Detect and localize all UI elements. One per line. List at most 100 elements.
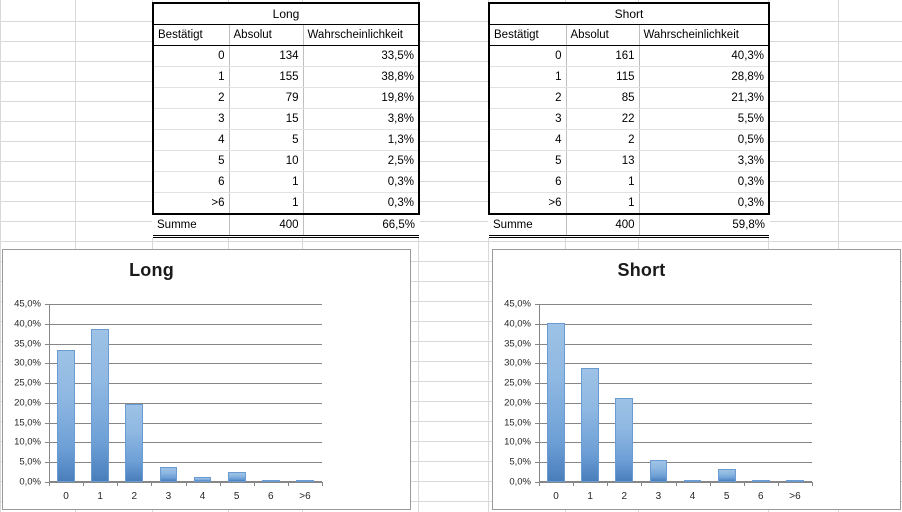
table-cell[interactable]: 5 [488, 150, 567, 172]
table-cell[interactable]: 155 [229, 66, 304, 88]
y-tick-label: 35,0% [14, 338, 41, 350]
bar[interactable] [227, 472, 246, 482]
table-cell[interactable]: 19,8% [303, 87, 420, 109]
table-cell[interactable]: 3,8% [303, 108, 420, 130]
summary-label[interactable]: Summe [153, 214, 230, 238]
table-cell[interactable]: 5 [152, 150, 230, 172]
bar[interactable] [159, 466, 178, 482]
table-row[interactable]: >6 1 0,3% [152, 192, 420, 215]
summary-value[interactable]: 400 [566, 214, 640, 238]
table-cell[interactable]: 33,5% [303, 45, 420, 67]
table-summary-row[interactable]: Summe 400 59,8% [489, 214, 770, 238]
table-cell[interactable]: 21,3% [639, 87, 771, 109]
table-cell[interactable]: 22 [566, 108, 640, 130]
table-cell[interactable]: 2 [566, 129, 640, 151]
table-cell[interactable]: 1 [229, 171, 304, 193]
bar[interactable] [261, 480, 280, 482]
y-tick-label: 20,0% [504, 397, 531, 409]
table-cell[interactable]: 28,8% [639, 66, 771, 88]
chart-title: Long [129, 260, 174, 280]
table-cell[interactable]: 161 [566, 45, 640, 67]
table-cell[interactable]: 1 [229, 192, 304, 215]
table-row[interactable]: 3 22 5,5% [488, 108, 771, 130]
table-row[interactable]: 0 134 33,5% [152, 45, 420, 67]
table-cell[interactable]: 5,5% [639, 108, 771, 130]
table-row[interactable]: 6 1 0,3% [152, 171, 420, 193]
table-cell[interactable]: 38,8% [303, 66, 420, 88]
table-long[interactable]: Long Bestätigt Absolut Wahrscheinlichkei… [152, 2, 420, 238]
table-row[interactable]: 2 85 21,3% [488, 87, 771, 109]
x-tick-label: 1 [587, 491, 593, 502]
table-cell[interactable]: 10 [229, 150, 304, 172]
table-cell[interactable]: 13 [566, 150, 640, 172]
x-tick-mark [539, 482, 540, 486]
table-cell[interactable]: 1 [566, 171, 640, 193]
table-row[interactable]: 4 5 1,3% [152, 129, 420, 151]
table-cell[interactable]: >6 [488, 192, 567, 215]
table-cell[interactable]: 2 [152, 87, 230, 109]
table-cell[interactable]: 1 [566, 192, 640, 215]
bar[interactable] [125, 403, 144, 482]
table-cell[interactable]: 0 [488, 45, 567, 67]
bar[interactable] [786, 480, 804, 482]
bar[interactable] [683, 480, 702, 482]
table-cell[interactable]: 3,3% [639, 150, 771, 172]
table-row[interactable]: 6 1 0,3% [488, 171, 771, 193]
table-row[interactable]: 4 2 0,5% [488, 129, 771, 151]
table-cell[interactable]: 1,3% [303, 129, 420, 151]
chart-short[interactable]: Short 45,0% 40,0% 35,0% 30,0% 25,0% 20,0% 15,0… [492, 249, 901, 510]
bar[interactable] [57, 349, 75, 482]
bar[interactable] [193, 476, 212, 482]
y-tick-mark [535, 304, 539, 305]
table-cell[interactable]: 0,3% [303, 171, 420, 193]
table-cell[interactable]: 0,3% [639, 171, 771, 193]
summary-value[interactable]: 400 [229, 214, 304, 238]
table-cell[interactable]: 4 [152, 129, 230, 151]
table-cell[interactable]: 2,5% [303, 150, 420, 172]
table-cell[interactable]: 2 [488, 87, 567, 109]
summary-value[interactable]: 59,8% [639, 214, 770, 238]
table-cell[interactable]: 6 [488, 171, 567, 193]
table-cell[interactable]: 1 [488, 66, 567, 88]
bar[interactable] [615, 397, 634, 482]
table-cell[interactable]: 134 [229, 45, 304, 67]
table-cell[interactable]: 79 [229, 87, 304, 109]
table-cell[interactable]: 3 [488, 108, 567, 130]
bar[interactable] [91, 328, 110, 482]
table-row[interactable]: 5 13 3,3% [488, 150, 771, 172]
summary-label[interactable]: Summe [489, 214, 567, 238]
table-cell[interactable]: 0,5% [639, 129, 771, 151]
x-tick-label: 0 [553, 491, 559, 502]
table-cell[interactable]: 0,3% [303, 192, 420, 215]
x-tick-mark [49, 482, 50, 486]
table-cell[interactable]: >6 [152, 192, 230, 215]
table-cell[interactable]: 1 [152, 66, 230, 88]
table-row[interactable]: 0 161 40,3% [488, 45, 771, 67]
table-cell[interactable]: 5 [229, 129, 304, 151]
table-cell[interactable]: 6 [152, 171, 230, 193]
bar[interactable] [717, 468, 736, 482]
table-row[interactable]: >6 1 0,3% [488, 192, 771, 215]
table-cell[interactable]: 3 [152, 108, 230, 130]
table-cell[interactable]: 115 [566, 66, 640, 88]
table-summary-row[interactable]: Summe 400 66,5% [153, 214, 419, 238]
table-row[interactable]: 1 155 38,8% [152, 66, 420, 88]
bar[interactable] [751, 480, 770, 482]
table-row[interactable]: 2 79 19,8% [152, 87, 420, 109]
summary-value[interactable]: 66,5% [303, 214, 419, 238]
bar[interactable] [296, 480, 314, 482]
table-cell[interactable]: 15 [229, 108, 304, 130]
bar[interactable] [649, 460, 668, 482]
table-cell[interactable]: 0,3% [639, 192, 771, 215]
table-row[interactable]: 5 10 2,5% [152, 150, 420, 172]
table-short[interactable]: Short Bestätigt Absolut Wahrscheinlichke… [487, 2, 771, 238]
bar[interactable] [581, 368, 600, 482]
table-cell[interactable]: 40,3% [639, 45, 771, 67]
table-row[interactable]: 1 115 28,8% [488, 66, 771, 88]
chart-long[interactable]: Long 45,0% 40,0% 35,0% 30,0% 25,0% 20,0% 15,0%… [2, 249, 411, 510]
table-cell[interactable]: 4 [488, 129, 567, 151]
table-cell[interactable]: 85 [566, 87, 640, 109]
table-cell[interactable]: 0 [152, 45, 230, 67]
table-row[interactable]: 3 15 3,8% [152, 108, 420, 130]
bar[interactable] [547, 322, 565, 482]
